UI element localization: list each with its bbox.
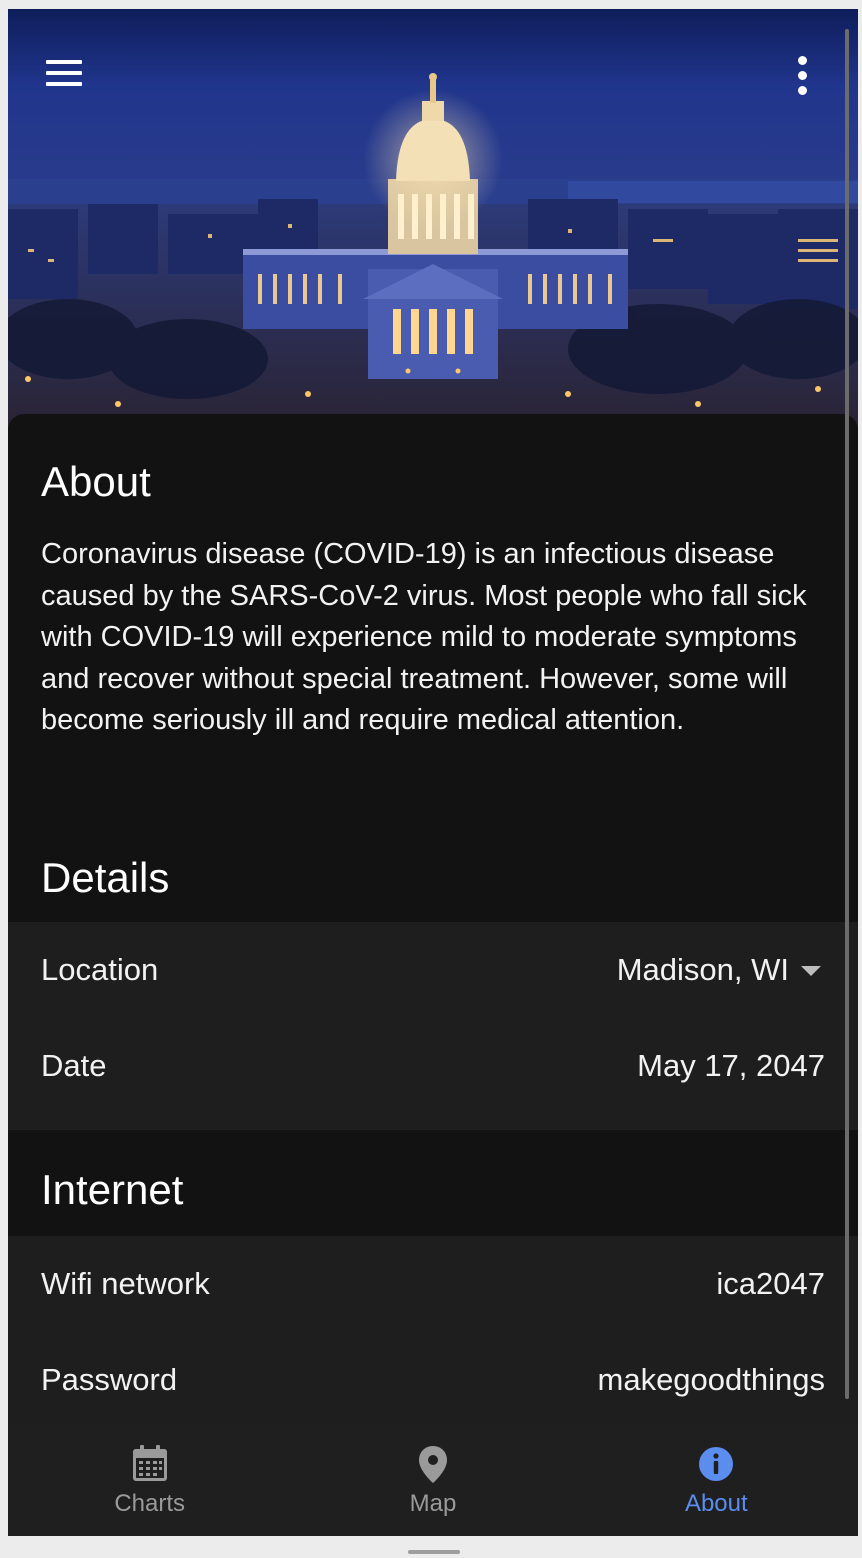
menu-button[interactable] (38, 47, 90, 99)
app-screen: About Coronavirus disease (COVID-19) is … (8, 9, 858, 1536)
details-card: Location Madison, WI Date May 17, 2047 (8, 922, 858, 1130)
home-indicator[interactable] (408, 1550, 460, 1554)
nav-item-about[interactable]: About (575, 1424, 858, 1536)
internet-card: Wifi network ica2047 Password makegoodth… (8, 1236, 858, 1424)
password-row[interactable]: Password makegoodthings (8, 1332, 858, 1424)
capitol-illustration (8, 9, 858, 439)
content-sheet[interactable]: About Coronavirus disease (COVID-19) is … (8, 414, 858, 1424)
location-value: Madison, WI (616, 952, 789, 987)
date-row[interactable]: Date May 17, 2047 (8, 1018, 858, 1114)
nav-item-charts[interactable]: Charts (8, 1424, 291, 1536)
hamburger-menu-icon (46, 60, 82, 64)
more-vertical-icon (797, 55, 807, 65)
about-title: About (41, 458, 151, 505)
date-value[interactable]: May 17, 2047 (637, 1048, 825, 1084)
about-description: Coronavirus disease (COVID-19) is an inf… (41, 538, 807, 737)
nav-label-about: About (684, 1490, 748, 1517)
scrollbar[interactable] (845, 29, 849, 1399)
nav-label-map: Map (409, 1490, 457, 1517)
wifi-label: Wifi network (41, 1266, 210, 1301)
details-title: Details (41, 854, 170, 901)
nav-label-charts: Charts (114, 1490, 185, 1517)
bottom-navigation: Charts Map About (8, 1424, 858, 1536)
location-select[interactable]: Madison, WI (617, 952, 825, 988)
password-value: makegoodthings (597, 1362, 826, 1397)
scrollbar-thumb[interactable] (845, 29, 849, 1399)
hero-image (8, 9, 858, 439)
internet-title: Internet (41, 1166, 184, 1213)
nav-item-map[interactable]: Map (291, 1424, 574, 1536)
location-row[interactable]: Location Madison, WI (8, 922, 858, 1018)
wifi-row[interactable]: Wifi network ica2047 (8, 1236, 858, 1332)
map-pin-icon (418, 1446, 447, 1483)
dropdown-arrow-icon (801, 966, 821, 976)
location-label: Location (41, 952, 159, 987)
date-label: Date (41, 1048, 107, 1083)
calendar-icon (132, 1445, 167, 1481)
more-options-button[interactable] (780, 45, 824, 105)
password-label: Password (41, 1362, 178, 1397)
info-icon (699, 1447, 734, 1481)
wifi-value: ica2047 (716, 1266, 825, 1301)
